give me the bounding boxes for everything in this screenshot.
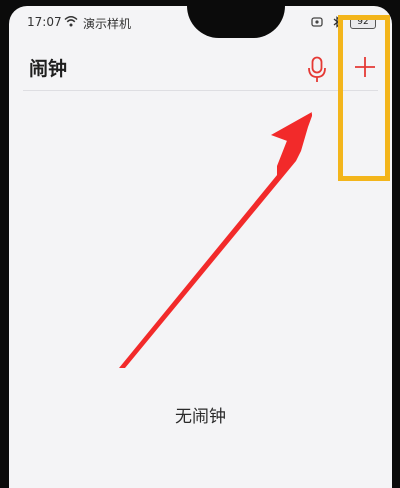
app-header: 闹钟 [9,42,392,92]
battery-icon: 92 [350,15,376,29]
bluetooth-icon [333,16,342,28]
screen: 17:07 演示样机 92 闹钟 无闹钟 [9,6,392,488]
microphone-icon[interactable] [307,56,327,84]
header-divider [23,90,378,91]
empty-state-text: 无闹钟 [175,407,226,427]
phone-frame: 17:07 演示样机 92 闹钟 无闹钟 [0,0,400,488]
wifi-icon [64,16,78,27]
status-right-group: 92 [310,14,376,30]
alarm-status-icon [311,17,323,27]
carrier-label: 演示样机 [83,17,132,31]
page-title: 闹钟 [29,58,68,80]
plus-icon[interactable] [353,55,377,79]
status-time: 17:07 [27,15,62,29]
annotation-highlight-box [338,15,390,181]
battery-level: 92 [357,17,369,27]
